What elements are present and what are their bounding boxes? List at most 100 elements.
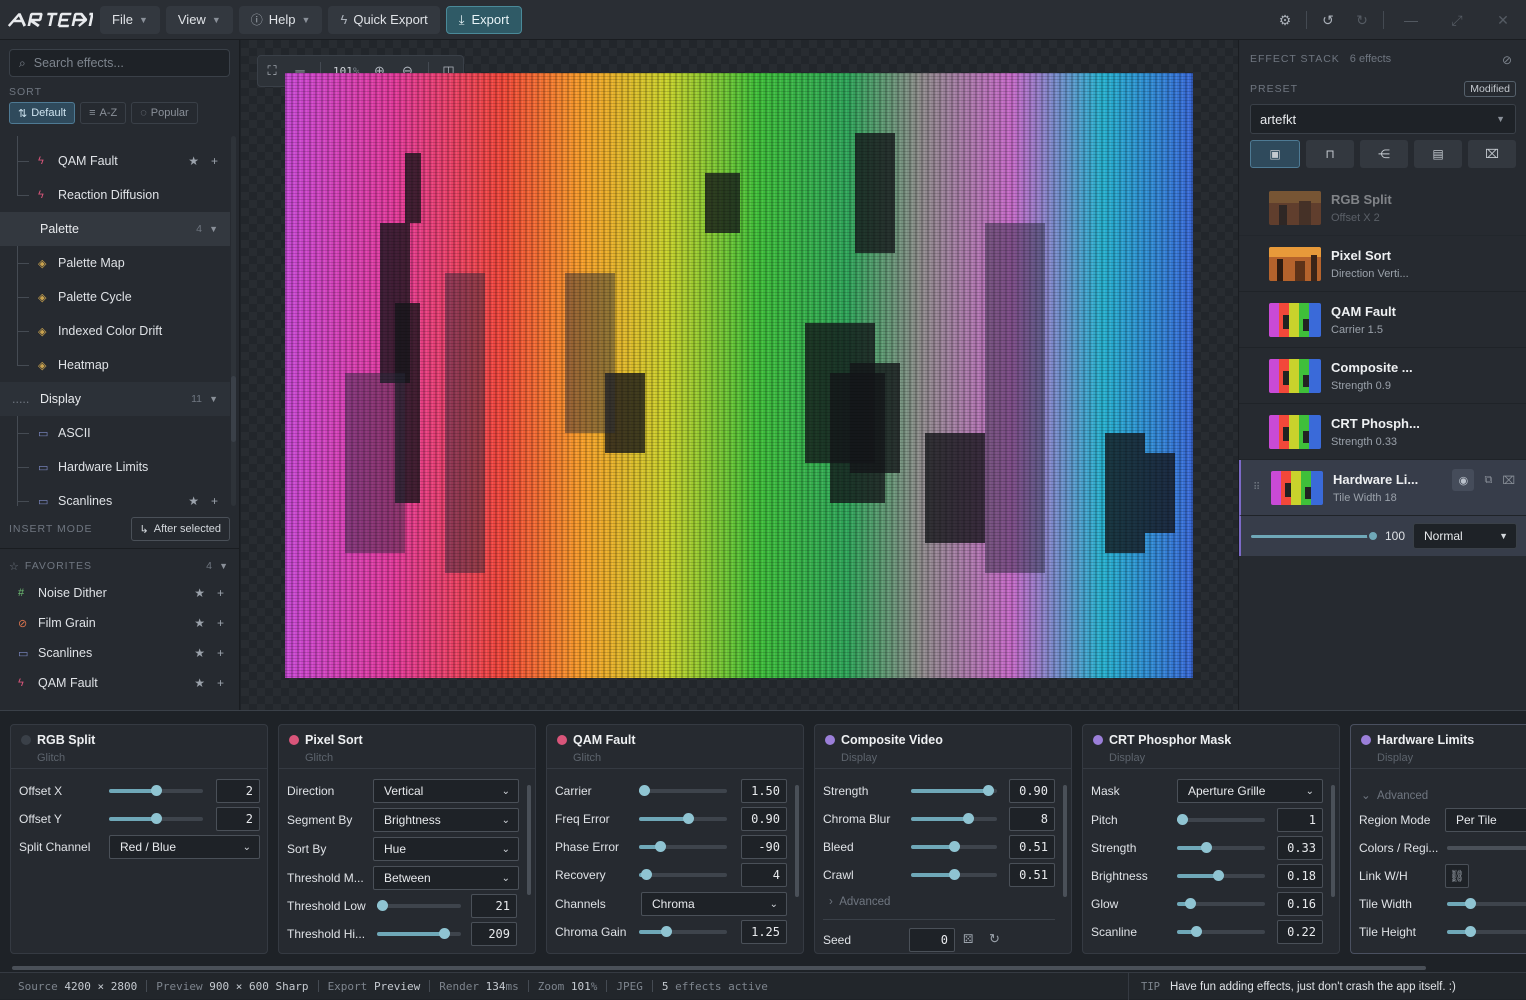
mask-select[interactable]: Aperture Grille ⌄ — [1177, 779, 1323, 803]
offset-x-slider[interactable] — [109, 785, 203, 796]
crt-strength-slider[interactable] — [1177, 842, 1265, 853]
pitch-input[interactable]: 1 — [1277, 808, 1323, 832]
redo-icon[interactable]: ↻ — [1345, 0, 1379, 40]
pitch-slider[interactable] — [1177, 814, 1265, 825]
tree-scrollbar-thumb[interactable] — [231, 376, 236, 442]
undo-icon[interactable]: ↺ — [1311, 0, 1345, 40]
fit-screen-icon[interactable]: ⛶ — [258, 55, 286, 87]
tree-item-reaction-diffusion[interactable]: ϟ Reaction Diffusion — [0, 178, 230, 212]
dice-icon[interactable]: ⚄ — [963, 932, 973, 946]
opacity-slider-thumb[interactable] — [1367, 530, 1379, 542]
favorite-qam-fault[interactable]: ϟ QAM Fault ★ + — [0, 668, 240, 698]
settings-gear-icon[interactable]: ⚙ — [1268, 0, 1302, 40]
bookmark-icon[interactable]: ⊓ — [1306, 140, 1354, 168]
offset-x-input[interactable]: 2 — [216, 779, 260, 803]
offset-y-slider[interactable] — [109, 813, 203, 824]
freq-error-slider[interactable] — [639, 813, 727, 824]
share-icon[interactable]: ⋲ — [1360, 140, 1408, 168]
card-scrollbar[interactable] — [527, 785, 531, 895]
threshold-mode-select[interactable]: Between ⌄ — [373, 866, 519, 890]
canvas-area[interactable]: ⛶ ═ 101% ⊕ ⊖ ◫ — [241, 40, 1238, 710]
plus-icon[interactable]: + — [217, 586, 224, 600]
offset-y-input[interactable]: 2 — [216, 807, 260, 831]
file-menu[interactable]: File ▼ — [100, 5, 160, 34]
stack-item-composite-video[interactable]: Composite ... Strength 0.9 — [1239, 348, 1526, 404]
chroma-blur-slider[interactable] — [911, 813, 997, 824]
tree-item-qam-fault[interactable]: ϟ QAM Fault ★ + — [0, 144, 230, 178]
recovery-input[interactable]: 4 — [741, 863, 787, 887]
channels-select[interactable]: Chroma ⌄ — [641, 892, 787, 916]
favorites-header[interactable]: ☆ FAVORITES 4 ▼ — [0, 556, 240, 576]
freq-error-input[interactable]: 0.90 — [741, 807, 787, 831]
maximize-icon[interactable]: ⤢ — [1434, 0, 1480, 40]
export-button[interactable]: ⤓ Export — [445, 5, 523, 34]
stack-item-pixel-sort[interactable]: Pixel Sort Direction Verti... — [1239, 236, 1526, 292]
trash-icon[interactable]: ⌧ — [1502, 474, 1515, 487]
split-channel-select[interactable]: Red / Blue ⌄ — [109, 835, 260, 859]
crawl-slider[interactable] — [911, 869, 997, 880]
preset-select[interactable]: artefkt ▼ — [1250, 104, 1516, 134]
sort-by-select[interactable]: Hue ⌄ — [373, 837, 519, 861]
star-icon[interactable]: ★ — [188, 494, 199, 506]
help-menu[interactable]: ⓘ Help ▼ — [238, 5, 323, 34]
category-display[interactable]: ..... Display 11 ▼ — [0, 382, 230, 416]
plus-icon[interactable]: + — [217, 646, 224, 660]
strength-input[interactable]: 0.90 — [1009, 779, 1055, 803]
close-icon[interactable]: ✕ — [1480, 0, 1526, 40]
star-icon[interactable]: ★ — [194, 616, 205, 630]
glow-slider[interactable] — [1177, 898, 1265, 909]
plus-icon[interactable]: + — [211, 494, 218, 506]
recovery-slider[interactable] — [639, 869, 727, 880]
bleed-input[interactable]: 0.51 — [1009, 835, 1055, 859]
quick-export-button[interactable]: ϟ Quick Export — [328, 5, 440, 34]
star-icon[interactable]: ★ — [194, 676, 205, 690]
scanline-slider[interactable] — [1177, 926, 1265, 937]
tile-width-slider[interactable] — [1447, 898, 1526, 909]
scanline-input[interactable]: 0.22 — [1277, 920, 1323, 944]
threshold-high-input[interactable]: 209 — [471, 922, 517, 946]
plus-icon[interactable]: + — [217, 616, 224, 630]
card-scrollbar[interactable] — [1331, 785, 1335, 897]
glow-input[interactable]: 0.16 — [1277, 892, 1323, 916]
sort-az-button[interactable]: ≡ A-Z — [80, 102, 127, 124]
chroma-gain-input[interactable]: 1.25 — [741, 920, 787, 944]
colors-per-region-slider[interactable] — [1447, 846, 1526, 850]
search-input[interactable] — [33, 56, 214, 70]
advanced-toggle[interactable]: › Advanced — [829, 896, 890, 908]
category-palette[interactable]: Palette 4 ▼ — [0, 212, 230, 246]
advanced-toggle[interactable]: ⌄ Advanced — [1361, 788, 1428, 802]
stack-item-crt-phosphor[interactable]: CRT Phosph... Strength 0.33 — [1239, 404, 1526, 460]
threshold-high-slider[interactable] — [377, 928, 461, 939]
chroma-gain-slider[interactable] — [639, 926, 727, 937]
sort-popular-button[interactable]: ◌ Popular — [131, 102, 198, 124]
save-preset-icon[interactable]: ▣ — [1250, 140, 1300, 168]
carrier-slider[interactable] — [639, 785, 727, 796]
drag-handle-icon[interactable]: ⠿ — [1253, 482, 1260, 493]
insert-mode-button[interactable]: ↳ After selected — [130, 517, 230, 541]
chroma-blur-input[interactable]: 8 — [1009, 807, 1055, 831]
stack-item-rgb-split[interactable]: RGB Split Offset X 2 — [1239, 180, 1526, 236]
card-scrollbar[interactable] — [795, 785, 799, 897]
phase-error-input[interactable]: -90 — [741, 835, 787, 859]
tree-item-scanlines[interactable]: ▭ Scanlines ★ + — [0, 484, 230, 506]
tree-item-ascii[interactable]: ▭ ASCII — [0, 416, 230, 450]
carrier-input[interactable]: 1.50 — [741, 779, 787, 803]
brightness-slider[interactable] — [1177, 870, 1265, 881]
search-box[interactable]: ⌕ — [9, 49, 230, 77]
segment-by-select[interactable]: Brightness ⌄ — [373, 808, 519, 832]
seed-input[interactable]: 0 — [909, 928, 955, 952]
region-mode-select[interactable]: Per Tile — [1445, 808, 1526, 832]
cards-horizontal-scrollbar[interactable] — [12, 966, 1426, 970]
opacity-slider[interactable] — [1251, 535, 1373, 538]
favorite-noise-dither[interactable]: # Noise Dither ★ + — [0, 578, 240, 608]
plus-icon[interactable]: + — [211, 154, 218, 168]
tree-item-hardware-limits[interactable]: ▭ Hardware Limits — [0, 450, 230, 484]
tree-item-palette-cycle[interactable]: ◈ Palette Cycle — [0, 280, 230, 314]
crt-strength-input[interactable]: 0.33 — [1277, 836, 1323, 860]
view-menu[interactable]: View ▼ — [165, 5, 233, 34]
tile-height-slider[interactable] — [1447, 926, 1526, 937]
duplicate-icon[interactable]: ⧉ — [1484, 474, 1492, 487]
blend-mode-select[interactable]: Normal ▼ — [1413, 523, 1517, 549]
star-icon[interactable]: ★ — [188, 154, 199, 168]
stack-item-qam-fault[interactable]: QAM Fault Carrier 1.5 — [1239, 292, 1526, 348]
